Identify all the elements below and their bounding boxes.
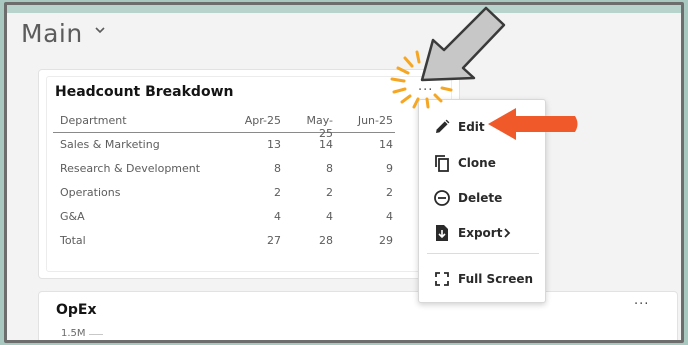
- chevron-down-icon[interactable]: [94, 24, 106, 36]
- menu-item-label: Edit: [458, 120, 485, 134]
- menu-item-label: Delete: [458, 191, 503, 205]
- column-header: Apr-25: [244, 114, 281, 127]
- table-cell: 29: [379, 234, 393, 247]
- table-cell: 9: [386, 162, 393, 175]
- chevron-right-icon: [504, 228, 511, 238]
- menu-item-label: Clone: [458, 156, 496, 170]
- table-row: G&A 4 4 4: [53, 207, 395, 231]
- more-horizontal-icon[interactable]: ···: [634, 298, 649, 311]
- y-tick-label: 1.5M: [61, 328, 86, 339]
- table-header: Department Apr-25 May-25 Jun-25: [53, 112, 395, 140]
- top-bar: [7, 5, 681, 13]
- table-row: Operations 2 2 2: [53, 183, 395, 207]
- menu-item-delete[interactable]: Delete: [419, 183, 545, 213]
- menu-item-label: Full Screen: [458, 272, 534, 286]
- table-cell: 4: [274, 210, 281, 223]
- table-cell: Operations: [60, 186, 121, 199]
- table-cell: 14: [319, 138, 333, 151]
- table-cell: Sales & Marketing: [60, 138, 160, 151]
- table-cell: 27: [267, 234, 281, 247]
- export-file-icon: [436, 225, 448, 241]
- context-menu: Edit Clone Delete Export Full Screen: [418, 99, 546, 303]
- menu-divider: [427, 253, 539, 254]
- gridline: [89, 334, 103, 335]
- menu-item-export[interactable]: Export: [419, 218, 545, 248]
- table-row: Sales & Marketing 13 14 14: [53, 135, 395, 159]
- more-horizontal-icon[interactable]: ···: [418, 83, 433, 98]
- table-cell: 2: [274, 186, 281, 199]
- table-cell: Research & Development: [60, 162, 201, 175]
- menu-item-label: Export: [458, 226, 503, 240]
- table-cell: Total: [60, 234, 86, 247]
- card-title: Headcount Breakdown: [55, 84, 234, 100]
- table-row-total: Total 27 28 29: [53, 231, 395, 255]
- table-cell: 4: [386, 210, 393, 223]
- fullscreen-icon: [435, 272, 449, 286]
- table-cell: 28: [319, 234, 333, 247]
- menu-item-full-screen[interactable]: Full Screen: [419, 264, 545, 294]
- headcount-card: Headcount Breakdown Department Apr-25 Ma…: [38, 69, 460, 279]
- headcount-table: Department Apr-25 May-25 Jun-25 Sales & …: [53, 112, 395, 255]
- table-row: Research & Development 8 8 9: [53, 159, 395, 183]
- column-header: Jun-25: [357, 114, 393, 127]
- app-window: Main Headcount Breakdown Department Apr-…: [4, 2, 684, 343]
- table-cell: 8: [274, 162, 281, 175]
- page-title[interactable]: Main: [21, 19, 83, 48]
- column-header: Department: [60, 114, 127, 127]
- table-cell: G&A: [60, 210, 85, 223]
- pencil-icon: [436, 119, 450, 133]
- table-cell: 13: [267, 138, 281, 151]
- table-cell: 8: [326, 162, 333, 175]
- opex-card: OpEx ··· 1.5M: [38, 291, 678, 340]
- copy-icon: [435, 155, 449, 172]
- card-title: OpEx: [56, 302, 97, 318]
- table-cell: 2: [386, 186, 393, 199]
- menu-item-edit[interactable]: Edit: [419, 112, 545, 142]
- menu-item-clone[interactable]: Clone: [419, 148, 545, 178]
- table-cell: 14: [379, 138, 393, 151]
- minus-circle-icon: [434, 190, 450, 206]
- table-cell: 4: [326, 210, 333, 223]
- table-cell: 2: [326, 186, 333, 199]
